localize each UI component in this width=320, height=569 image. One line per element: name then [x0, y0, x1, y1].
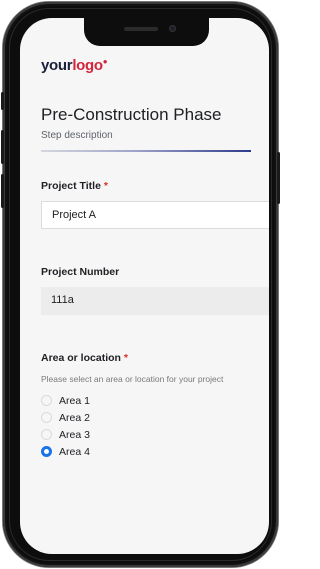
- area-radio-group: Area 1 Area 2 Area 3 Area 4: [41, 392, 269, 460]
- project-title-value: Project A: [52, 209, 97, 221]
- form-content: yourlogo● Pre-Construction Phase Step de…: [41, 57, 269, 460]
- required-marker: *: [103, 180, 108, 192]
- notch: [84, 18, 209, 46]
- phone-frame: yourlogo● Pre-Construction Phase Step de…: [1, 2, 280, 567]
- silent-switch: [1, 92, 4, 110]
- radio-option-area-4[interactable]: Area 4: [41, 443, 269, 460]
- radio-option-area-1[interactable]: Area 1: [41, 392, 269, 409]
- area-label-text: Area or location: [41, 352, 121, 364]
- power-button: [277, 152, 280, 204]
- radio-option-label: Area 2: [59, 411, 90, 424]
- radio-option-label: Area 3: [59, 428, 90, 441]
- company-logo: yourlogo●: [41, 57, 269, 77]
- logo-text-your: your: [41, 57, 73, 74]
- front-camera-icon: [169, 25, 176, 32]
- header-divider: [41, 150, 251, 152]
- radio-button[interactable]: [41, 429, 52, 440]
- phone-screen: yourlogo● Pre-Construction Phase Step de…: [20, 18, 269, 554]
- speaker-grille: [124, 27, 158, 31]
- project-number-input[interactable]: 111a: [41, 287, 269, 315]
- required-marker: *: [123, 352, 128, 364]
- project-title-field: Project Title * Project A: [41, 180, 269, 229]
- project-title-label: Project Title *: [41, 180, 269, 192]
- radio-button[interactable]: [41, 395, 52, 406]
- volume-down-button: [1, 174, 4, 208]
- radio-button-selected[interactable]: [41, 446, 52, 457]
- area-label: Area or location *: [41, 352, 269, 364]
- radio-option-area-2[interactable]: Area 2: [41, 409, 269, 426]
- logo-dot-icon: ●: [102, 57, 108, 66]
- step-description: Step description: [41, 130, 113, 141]
- volume-up-button: [1, 130, 4, 164]
- radio-option-area-3[interactable]: Area 3: [41, 426, 269, 443]
- page-title: Pre-Construction Phase: [41, 105, 222, 124]
- project-number-label: Project Number: [41, 266, 120, 278]
- area-field: Area or location * Please select an area…: [41, 352, 269, 460]
- radio-button[interactable]: [41, 412, 52, 423]
- area-help-text: Please select an area or location for yo…: [41, 374, 224, 384]
- radio-option-label: Area 4: [59, 445, 90, 458]
- logo-text-logo: logo: [72, 57, 103, 74]
- radio-option-label: Area 1: [59, 394, 90, 407]
- project-title-label-text: Project Title: [41, 180, 101, 192]
- project-number-value: 111a: [51, 294, 74, 306]
- project-title-input[interactable]: Project A: [41, 201, 269, 229]
- project-number-field: Project Number 111a: [41, 266, 269, 315]
